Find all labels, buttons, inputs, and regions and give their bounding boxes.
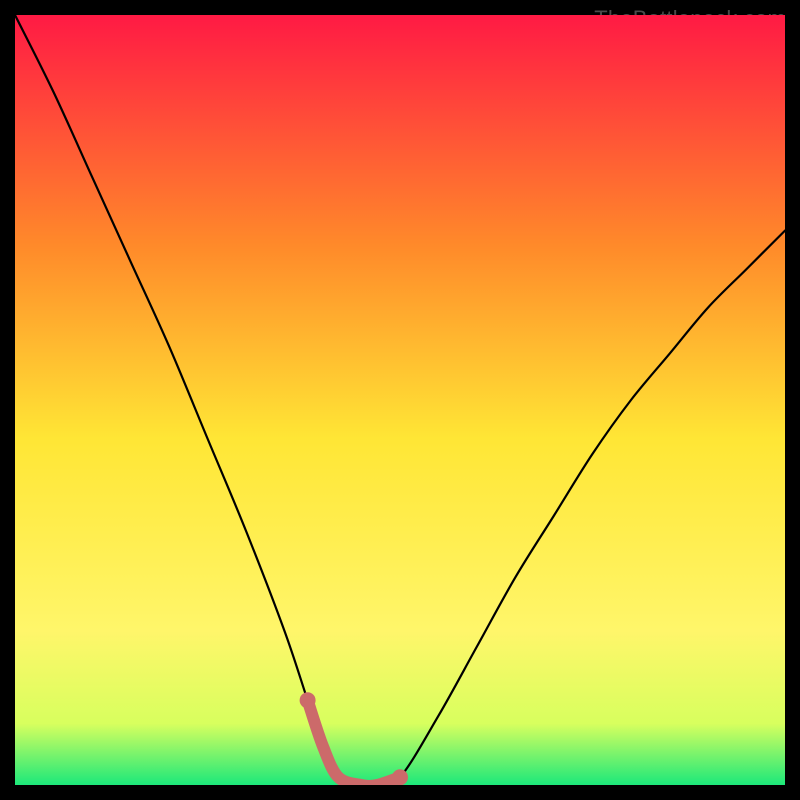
- bottleneck-plot: [15, 15, 785, 785]
- chart-stage: TheBottleneck.com: [0, 0, 800, 800]
- highlight-endpoint: [300, 692, 316, 708]
- gradient-background: [15, 15, 785, 785]
- highlight-endpoint: [392, 769, 408, 785]
